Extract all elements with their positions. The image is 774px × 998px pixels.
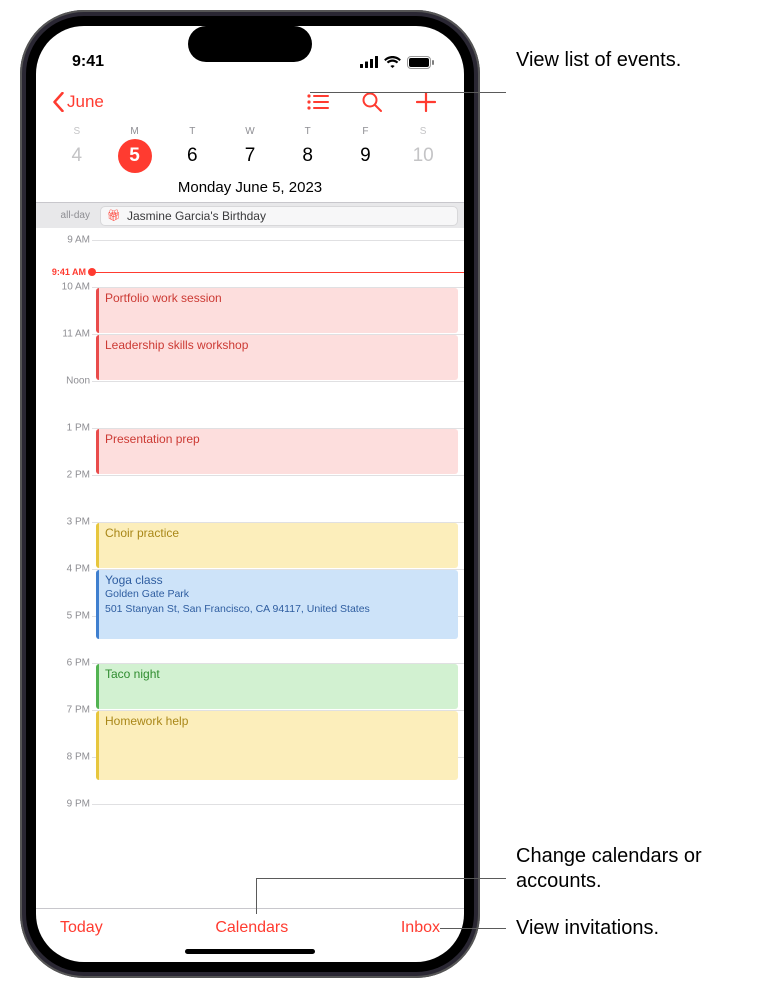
calendar-event[interactable]: Presentation prep	[96, 429, 458, 474]
allday-event-title: Jasmine Garcia's Birthday	[127, 209, 266, 223]
hour-label: 9 AM	[36, 235, 90, 246]
day-timeline[interactable]: 9 AM 10 AM 11 AM Noon 1 PM 2 PM 3 PM 4 PM 5 PM 6 …	[36, 228, 464, 908]
list-view-button[interactable]	[306, 90, 330, 114]
hour-label: 8 PM	[36, 752, 90, 763]
hour-line	[92, 475, 464, 476]
day-cell[interactable]: 10	[394, 139, 452, 173]
day-cell[interactable]: 6	[163, 139, 221, 173]
event-title: Portfolio work session	[105, 291, 452, 305]
back-button[interactable]: June	[44, 88, 112, 116]
hour-line	[92, 804, 464, 805]
week-day-label: F	[337, 126, 395, 137]
event-address: 501 Stanyan St, San Francisco, CA 94117,…	[105, 603, 452, 617]
day-cell[interactable]: 5	[106, 139, 164, 173]
callout-line	[256, 878, 506, 879]
callout-inbox: View invitations.	[516, 916, 659, 941]
wifi-icon	[384, 56, 401, 68]
hour-label: 9 PM	[36, 799, 90, 810]
day-cell[interactable]: 4	[48, 139, 106, 173]
search-icon	[362, 92, 382, 112]
allday-event[interactable]: 🎁︎ Jasmine Garcia's Birthday	[100, 206, 458, 226]
hour-line	[92, 240, 464, 241]
hour-label: 11 AM	[36, 329, 90, 340]
callout-line	[256, 878, 257, 914]
hour-label: 1 PM	[36, 423, 90, 434]
callout-line	[440, 928, 506, 929]
day-number: 6	[175, 139, 209, 173]
week-day-label: W	[221, 126, 279, 137]
nav-bar: June	[36, 80, 464, 124]
calendar-event[interactable]: Portfolio work session	[96, 288, 458, 333]
week-day-label: T	[279, 126, 337, 137]
day-number: 7	[233, 139, 267, 173]
today-button[interactable]: Today	[60, 919, 103, 937]
day-number: 10	[406, 139, 440, 173]
screen: 9:41 June	[36, 26, 464, 962]
day-cell[interactable]: 8	[279, 139, 337, 173]
current-time-label: 9:41 AM	[36, 267, 86, 277]
allday-row: all-day 🎁︎ Jasmine Garcia's Birthday	[36, 202, 464, 228]
event-title: Taco night	[105, 667, 452, 681]
current-time-line	[92, 272, 464, 274]
calendar-event[interactable]: Taco night	[96, 664, 458, 709]
day-number: 9	[348, 139, 382, 173]
day-cell[interactable]: 9	[337, 139, 395, 173]
inbox-button[interactable]: Inbox	[401, 919, 440, 937]
dynamic-island	[188, 26, 312, 62]
status-time: 9:41	[72, 53, 104, 71]
event-title: Yoga class	[105, 573, 452, 587]
current-time-dot	[88, 268, 96, 276]
hour-label: 6 PM	[36, 658, 90, 669]
week-day-numbers: 456789 10	[36, 137, 464, 179]
plus-icon	[416, 92, 436, 112]
hour-line	[92, 381, 464, 382]
battery-icon	[407, 56, 434, 69]
hour-label: 7 PM	[36, 705, 90, 716]
calendar-event[interactable]: Choir practice	[96, 523, 458, 568]
allday-label: all-day	[36, 210, 92, 221]
event-title: Presentation prep	[105, 432, 452, 446]
callout-line	[310, 92, 506, 93]
callout-list-view: View list of events.	[516, 48, 681, 73]
hour-label: 4 PM	[36, 564, 90, 575]
callout-calendars: Change calendars or accounts.	[516, 844, 774, 894]
search-button[interactable]	[360, 90, 384, 114]
day-cell[interactable]: 7	[221, 139, 279, 173]
calendars-button[interactable]: Calendars	[215, 919, 288, 937]
list-icon	[307, 94, 329, 110]
calendar-event[interactable]: Homework help	[96, 711, 458, 780]
chevron-left-icon	[52, 92, 65, 112]
calendar-event[interactable]: Leadership skills workshop	[96, 335, 458, 380]
hour-label: 5 PM	[36, 611, 90, 622]
day-number: 5	[118, 139, 152, 173]
back-label: June	[67, 92, 104, 112]
hour-label: 3 PM	[36, 517, 90, 528]
gift-icon: 🎁︎	[107, 209, 121, 222]
status-indicators	[360, 56, 434, 69]
week-day-label: T	[163, 126, 221, 137]
event-title: Homework help	[105, 714, 452, 728]
week-day-label: M	[106, 126, 164, 137]
hour-label: 10 AM	[36, 282, 90, 293]
hour-label: Noon	[36, 376, 90, 387]
week-day-label: S	[394, 126, 452, 137]
add-event-button[interactable]	[414, 90, 438, 114]
phone-bezel: 9:41 June	[26, 16, 474, 972]
day-number: 8	[291, 139, 325, 173]
cellular-icon	[360, 56, 378, 68]
event-title: Leadership skills workshop	[105, 338, 452, 352]
home-indicator[interactable]	[185, 949, 315, 954]
event-title: Choir practice	[105, 526, 452, 540]
event-location: Golden Gate Park	[105, 588, 452, 602]
hour-label: 2 PM	[36, 470, 90, 481]
week-day-labels: SMTWTFS	[36, 124, 464, 137]
nav-actions	[306, 90, 456, 114]
selected-date-label: Monday June 5, 2023	[36, 179, 464, 202]
phone-frame: 9:41 June	[20, 10, 480, 978]
calendar-event[interactable]: Yoga classGolden Gate Park501 Stanyan St…	[96, 570, 458, 639]
week-day-label: S	[48, 126, 106, 137]
day-number: 4	[60, 139, 94, 173]
